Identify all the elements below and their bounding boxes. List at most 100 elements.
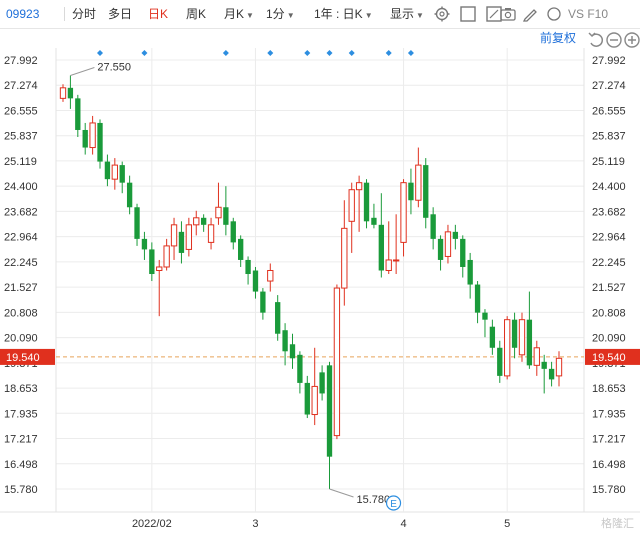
y-tick-label-left: 22.964 [4, 232, 38, 244]
y-tick-label-left: 17.935 [4, 408, 38, 420]
watermark-logo: 格隆汇 [601, 518, 634, 530]
y-tick-label-right: 21.527 [592, 282, 626, 294]
y-tick-label-right: 17.935 [592, 408, 626, 420]
event-e-label: E [390, 499, 397, 510]
candle-body-up [193, 217, 200, 226]
y-tick-label-right: 27.274 [592, 80, 626, 92]
candle-body-down [223, 207, 229, 225]
candle-body-up [341, 227, 348, 289]
candle-body-up [111, 164, 118, 180]
candle-body-up [355, 182, 363, 191]
candle-body-up [333, 287, 341, 437]
candle-body-down [297, 354, 303, 383]
candle-body-up [59, 87, 67, 99]
candle-body-down [75, 98, 81, 130]
event-marker-diamond [304, 50, 311, 56]
candle-body-down [252, 270, 259, 292]
candle-body-up [518, 319, 526, 356]
y-tick-label-right: 17.217 [592, 434, 626, 446]
y-tick-label-left: 21.527 [4, 282, 38, 294]
candle-body-down [104, 161, 111, 180]
candle-body-down [260, 291, 266, 313]
candle-body-down [541, 361, 547, 369]
y-tick-label-right: 26.555 [592, 105, 626, 117]
candle-body-down [474, 284, 481, 313]
candle-body-up [170, 224, 178, 247]
candle-body-up [444, 231, 452, 257]
y-tick-label-right: 22.245 [592, 257, 626, 269]
y-tick-label-right: 20.090 [592, 333, 626, 345]
candle-body-down [134, 207, 140, 239]
event-marker-diamond [348, 50, 355, 56]
x-tick-label: 2022/02 [132, 518, 172, 530]
candle-body-down [511, 319, 518, 348]
candle-body-down [126, 182, 133, 208]
y-tick-label-right: 25.837 [592, 131, 626, 143]
candle-body-down [82, 129, 88, 148]
candle-body-up [385, 259, 392, 271]
current-price-label-left: 19.540 [6, 352, 40, 364]
candle-body-down [437, 238, 444, 260]
y-tick-label-right: 22.964 [592, 232, 626, 244]
x-tick-label: 3 [252, 518, 258, 530]
annotation-leader [329, 488, 354, 498]
candle-body-down [289, 344, 296, 359]
candle-body-up [555, 357, 563, 377]
y-tick-label-left: 25.837 [4, 131, 38, 143]
candle-body-down [371, 217, 377, 225]
candle-body-up [400, 182, 407, 243]
event-marker-diamond [385, 50, 392, 56]
y-tick-label-left: 24.400 [4, 181, 38, 193]
candle-body-down [67, 87, 74, 99]
y-tick-label-right: 25.119 [592, 156, 625, 168]
event-marker-diamond [141, 50, 148, 56]
x-tick-label: 5 [504, 518, 510, 530]
event-marker-diamond [267, 50, 274, 56]
candle-body-down [482, 312, 488, 320]
candle-body-down [489, 326, 496, 348]
candle-body-up [311, 385, 318, 416]
y-tick-label-left: 25.119 [4, 156, 37, 168]
candle-body-up [392, 259, 400, 262]
candle-body-down [178, 231, 185, 253]
y-tick-label-left: 20.808 [4, 307, 38, 319]
candle-body-down [238, 238, 244, 260]
high-price-annotation: 27.550 [97, 62, 131, 74]
y-tick-label-left: 23.682 [4, 206, 38, 218]
candle-body-down [200, 217, 207, 225]
event-marker-diamond [222, 50, 229, 56]
candle-body-down [467, 259, 473, 285]
candle-body-up [348, 189, 355, 222]
candle-body-down [230, 221, 236, 243]
candle-body-down [452, 231, 459, 239]
candle-body-down [408, 182, 414, 201]
candle-body-down [97, 122, 103, 162]
candle-body-down [423, 165, 429, 218]
candle-body-up [504, 319, 511, 377]
candle-body-down [141, 238, 148, 250]
candle-body-down [304, 382, 310, 415]
candle-body-up [533, 347, 540, 366]
event-marker-diamond [407, 50, 414, 56]
candlestick-chart[interactable]: 27.992 27.992 27.274 27.274 26.555 26.555 25.8… [0, 0, 640, 534]
y-tick-label-left: 27.274 [4, 80, 38, 92]
candle-body-down [245, 259, 251, 275]
y-tick-label-right: 27.992 [592, 55, 626, 67]
event-marker-diamond [326, 50, 333, 56]
y-tick-label-left: 18.653 [4, 383, 38, 395]
y-tick-label-left: 22.245 [4, 257, 38, 269]
candle-body-down [363, 182, 370, 222]
y-tick-label-left: 20.090 [4, 333, 38, 345]
candle-body-up [267, 269, 274, 282]
y-tick-label-left: 16.498 [4, 459, 38, 471]
event-marker-diamond [97, 50, 104, 56]
y-tick-label-right: 23.682 [592, 206, 626, 218]
y-tick-label-right: 24.400 [592, 181, 626, 193]
candle-body-down [326, 365, 333, 457]
y-tick-label-right: 18.653 [592, 383, 626, 395]
y-tick-label-right: 16.498 [592, 459, 626, 471]
candle-body-up [163, 245, 170, 268]
annotation-leader [70, 67, 95, 77]
x-tick-label: 4 [400, 518, 406, 530]
candle-body-up [185, 224, 193, 250]
